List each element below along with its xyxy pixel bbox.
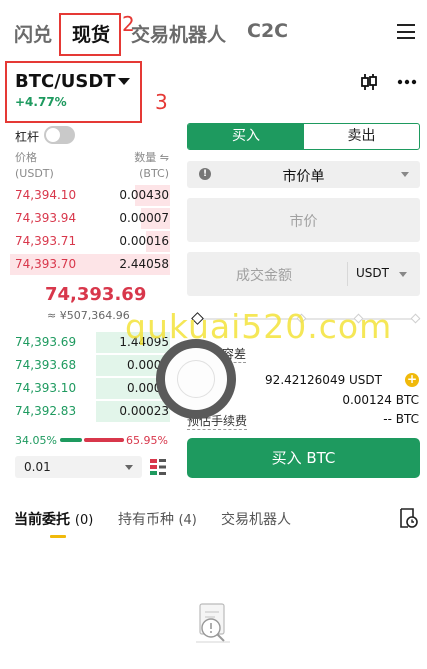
tab-open-orders-count: (0) [74, 513, 94, 528]
bid-price: 74,392.83 [15, 404, 77, 418]
buy-ratio-bar [60, 438, 82, 442]
ask-row[interactable]: 74,394.10 0.00430 [10, 184, 170, 207]
ask-price: 74,394.10 [15, 188, 77, 202]
annotation-box-spot [59, 13, 121, 56]
pair-selector[interactable]: BTC/USDT [15, 71, 116, 92]
amount-placeholder: 成交金额 [236, 268, 292, 284]
spinner-inner [177, 360, 215, 398]
loading-spinner [156, 339, 236, 419]
precision-value: 0.01 [24, 460, 51, 474]
bid-row[interactable]: 74,393.10 0.0002 [10, 377, 170, 400]
chevron-down-icon[interactable] [399, 272, 407, 277]
candlestick-chart-icon[interactable] [359, 72, 379, 92]
menu-icon[interactable] [397, 24, 415, 39]
qty-header[interactable]: 数量 ⇋ (BTC) [134, 150, 169, 182]
price-input[interactable]: 市价 [187, 198, 420, 242]
ask-row[interactable]: 74,393.70 2.44058 [10, 253, 170, 276]
leverage-toggle[interactable] [44, 126, 75, 144]
chevron-down-icon [125, 465, 133, 470]
toggle-knob [46, 128, 60, 142]
estimated-amount: -- BTC [383, 412, 419, 426]
tab-trading-bot[interactable]: 交易机器人 [221, 509, 291, 529]
ask-price: 74,393.70 [15, 257, 77, 271]
nav-tab-trading-bot[interactable]: 交易机器人 [131, 20, 226, 47]
ask-row[interactable]: 74,393.94 0.00007 [10, 207, 170, 230]
ask-row[interactable]: 74,393.71 0.00016 [10, 230, 170, 253]
sell-ratio: 65.95% [126, 434, 168, 447]
tab-holdings-count: (4) [178, 513, 197, 528]
amount-unit[interactable]: USDT [356, 266, 389, 280]
bid-row[interactable]: 74,393.68 0.0002 [10, 354, 170, 377]
tab-holdings-label: 持有币种 [118, 512, 174, 528]
last-price-cny: ≈ ¥507,364.96 [47, 309, 130, 322]
ask-qty: 0.00007 [119, 211, 169, 225]
empty-state-icon [196, 603, 230, 643]
precision-select[interactable]: 0.01 [15, 456, 142, 478]
last-price[interactable]: 74,393.69 [45, 284, 146, 305]
tab-holdings[interactable]: 持有币种 (4) [118, 509, 197, 529]
plus-icon[interactable]: + [405, 373, 419, 387]
price-header-unit: (USDT) [15, 167, 54, 180]
bid-price: 74,393.68 [15, 358, 77, 372]
buy-tab[interactable]: 买入 [188, 124, 304, 149]
orderbook-layout-icon[interactable] [149, 458, 167, 476]
tab-underline [50, 535, 66, 538]
amount-input[interactable]: 成交金额 USDT [187, 252, 420, 296]
order-type-value: 市价单 [282, 169, 325, 185]
sell-ratio-bar [84, 438, 124, 442]
available-balance: 92.42126049 USDT [265, 373, 382, 387]
max-buy: 0.00124 BTC [342, 393, 419, 407]
tab-open-orders[interactable]: 当前委托 (0) [14, 509, 93, 529]
chevron-down-icon[interactable] [118, 78, 130, 85]
more-icon[interactable] [397, 78, 417, 86]
price-header: 价格 (USDT) [15, 150, 54, 182]
qty-header-unit: (BTC) [139, 167, 169, 180]
order-history-icon[interactable] [398, 507, 418, 529]
nav-tab-swap[interactable]: 闪兑 [14, 20, 52, 47]
sell-tab[interactable]: 卖出 [304, 124, 419, 149]
bid-price: 74,393.69 [15, 335, 77, 349]
slider-tick[interactable] [410, 313, 421, 324]
nav-tab-c2c[interactable]: C2C [247, 20, 288, 42]
side-switch: 买入 卖出 [187, 123, 420, 150]
ask-price: 74,393.94 [15, 211, 77, 225]
bid-price: 74,393.10 [15, 381, 77, 395]
ask-qty: 2.44058 [119, 257, 169, 271]
price-placeholder: 市价 [289, 214, 318, 230]
qty-header-label: 数量 ⇋ [134, 151, 169, 164]
annotation-number-3: 3 [155, 90, 168, 114]
ask-qty: 0.00430 [119, 188, 169, 202]
divider [347, 262, 348, 286]
tab-open-orders-label: 当前委托 [14, 512, 70, 528]
price-header-label: 价格 [15, 151, 37, 164]
ask-price: 74,393.71 [15, 234, 77, 248]
bid-row[interactable]: 74,392.83 0.00023 [10, 400, 170, 423]
chevron-down-icon [401, 172, 409, 177]
ask-qty: 0.00016 [119, 234, 169, 248]
order-type-select[interactable]: ! 市价单 [187, 161, 420, 188]
pair-change-percent: +4.77% [15, 95, 67, 109]
bid-qty: 0.00023 [119, 404, 169, 418]
buy-btc-button[interactable]: 买入 BTC [187, 438, 420, 478]
annotation-number-2: 2 [122, 12, 135, 36]
watermark: qukuai520.com [125, 307, 393, 346]
leverage-label: 杠杆 [15, 130, 40, 144]
buy-ratio: 34.05% [15, 434, 57, 447]
